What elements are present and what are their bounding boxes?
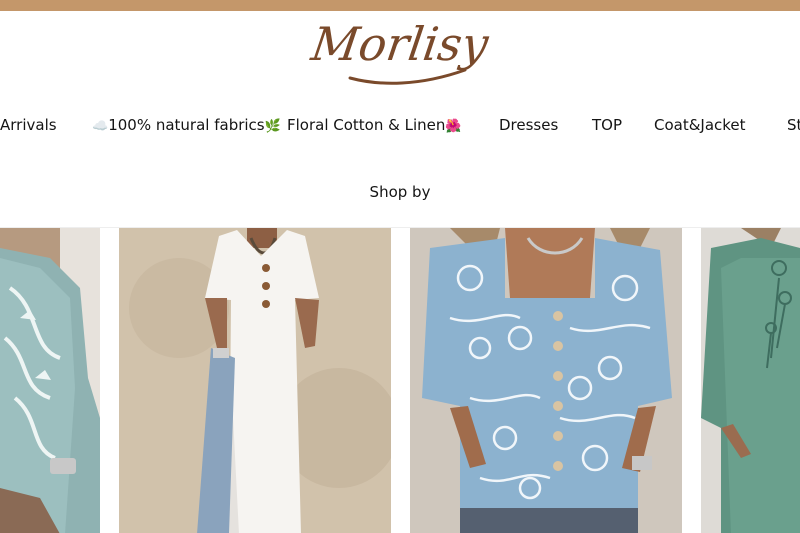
logo-swash [348,68,467,85]
nav-item-top[interactable]: TOP [592,112,622,138]
cloud-icon: ☁️ [92,119,109,134]
nav-item-more[interactable]: St [787,112,800,138]
product-card-white-dress[interactable] [119,228,391,533]
product-card-green-tunic[interactable] [701,228,800,533]
brand-logo[interactable]: Morlisy [0,14,800,86]
product-image [119,228,391,533]
shop-by-heading[interactable]: Shop by [0,180,800,204]
product-card-blue-floral-top[interactable] [410,228,682,533]
leaf-icon: 🌿 [264,119,281,134]
product-image [701,228,800,533]
nav-item-dresses[interactable]: Dresses [499,112,558,138]
product-card-teal-tunic[interactable] [0,228,100,533]
nav-item-floral-cotton-linen[interactable]: Floral Cotton & Linen🌺 [287,112,462,140]
nav-item-coat-jacket[interactable]: Coat&Jacket [654,112,746,138]
main-nav: Arrivals ☁️100% natural fabrics🌿 Floral … [0,112,800,138]
nav-item-natural-fabrics[interactable]: ☁️100% natural fabrics🌿 [92,112,281,140]
product-image [0,228,100,533]
nav-item-arrivals[interactable]: Arrivals [0,112,57,138]
product-grid [0,227,800,533]
product-image [410,228,682,533]
announcement-bar [0,0,800,11]
flower-icon: 🌺 [445,119,462,134]
